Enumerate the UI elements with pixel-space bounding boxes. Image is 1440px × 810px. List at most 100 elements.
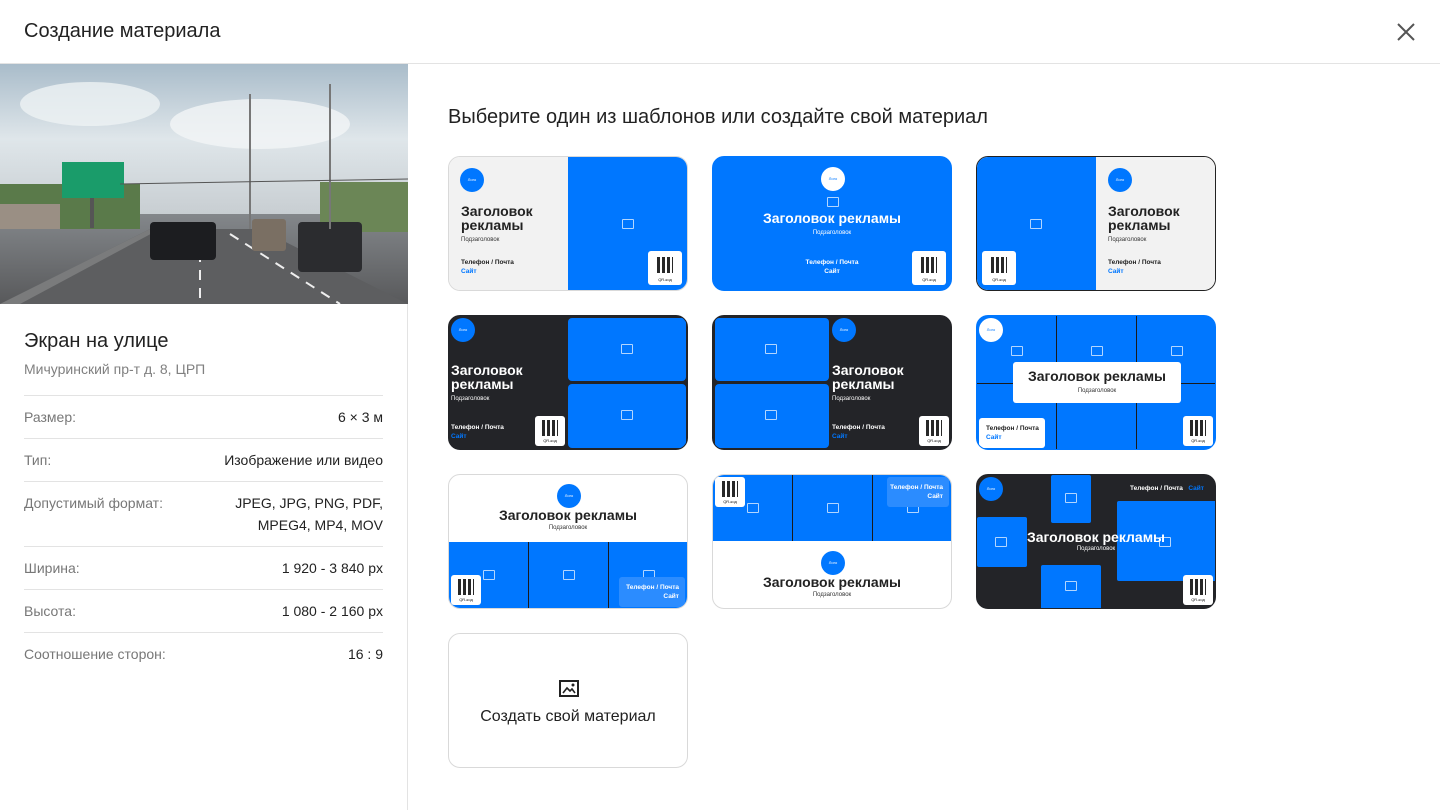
- image-icon: [1065, 581, 1077, 591]
- contact-block: Телефон / Почта Сайт: [890, 483, 943, 501]
- contact-text: Телефон / Почта: [451, 424, 504, 431]
- contact-box: Телефон / Почта Сайт: [887, 477, 949, 507]
- qr-label: QR-код: [543, 438, 557, 443]
- spec-key: Соотношение сторон:: [24, 646, 166, 662]
- qr-code: QR-код: [648, 251, 682, 285]
- image-icon: [747, 503, 759, 513]
- qr-label: QR-код: [723, 499, 737, 504]
- qr-code: QR-код: [919, 416, 949, 446]
- logo-badge: Лого: [460, 168, 484, 192]
- logo-badge: Лого: [832, 318, 856, 342]
- spec-value: Изображение или видео: [224, 452, 383, 468]
- template-card-7[interactable]: Лого Заголовок рекламы Подзаголовок QR-к…: [448, 474, 688, 609]
- image-icon: [1171, 346, 1183, 356]
- site-text: Сайт: [451, 433, 467, 440]
- qr-code: QR-код: [1183, 416, 1213, 446]
- ad-subtitle: Подзаголовок: [1108, 237, 1147, 243]
- spec-value: 1 080 - 2 160 px: [281, 603, 383, 619]
- ad-subtitle: Подзаголовок: [1076, 546, 1116, 552]
- ad-title: Заголовок рекламы: [762, 574, 902, 590]
- image-icon: [621, 410, 633, 420]
- template-card-4[interactable]: Лого Заголовок рекламы Подзаголовок Теле…: [448, 315, 688, 450]
- spec-row: Ширина: 1 920 - 3 840 px: [24, 546, 383, 589]
- spec-row: Тип: Изображение или видео: [24, 438, 383, 481]
- contact-block: Телефон / Почта Сайт: [626, 583, 679, 601]
- contact-text: Телефон / Почта: [1130, 485, 1183, 492]
- contact-block: Телефон / Почта Сайт: [1130, 484, 1204, 493]
- site-text: Сайт: [1108, 268, 1124, 275]
- contact-box: Телефон / Почта Сайт: [979, 418, 1045, 448]
- site-text: Сайт: [824, 268, 840, 275]
- logo-badge: Лого: [979, 477, 1003, 501]
- create-own-material-button[interactable]: Создать свой материал: [448, 633, 688, 768]
- logo-badge: Лого: [821, 551, 845, 575]
- site-text: Сайт: [1188, 485, 1204, 492]
- ad-subtitle: Подзаголовок: [832, 396, 871, 402]
- ad-subtitle: Подзаголовок: [812, 592, 852, 598]
- modal-title: Создание материала: [24, 20, 221, 42]
- ad-title: Заголовок рекламы: [762, 210, 902, 226]
- spec-key: Тип:: [24, 452, 52, 468]
- templates-panel: Выберите один из шаблонов или создайте с…: [408, 64, 1440, 810]
- spec-row: Размер: 6 × 3 м: [24, 395, 383, 438]
- image-icon: [827, 197, 839, 207]
- site-text: Сайт: [832, 433, 848, 440]
- template-card-9[interactable]: Лого Телефон / Почта Сайт Заголовок рекл…: [976, 474, 1216, 609]
- ad-title: Заголовок рекламы: [832, 362, 904, 392]
- ad-subtitle: Подзаголовок: [1077, 388, 1117, 394]
- qr-code: QR-код: [715, 477, 745, 507]
- template-card-1[interactable]: Лого Заголовок рекламы Подзаголовок Теле…: [448, 156, 688, 291]
- template-card-5[interactable]: Лого Заголовок рекламы Подзаголовок Теле…: [712, 315, 952, 450]
- contact-text: Телефон / Почта: [986, 425, 1039, 432]
- contact-block: Телефон / Почта Сайт: [986, 424, 1039, 442]
- contact-text: Телефон / Почта: [1108, 259, 1161, 266]
- image-icon: [559, 680, 579, 697]
- image-icon: [827, 503, 839, 513]
- spec-key: Размер:: [24, 409, 77, 425]
- contact-box: Телефон / Почта Сайт: [619, 577, 685, 607]
- ad-title: Заголовок рекламы: [1108, 203, 1180, 233]
- ad-subtitle: Подзаголовок: [548, 525, 588, 531]
- location-panel: Экран на улице Мичуринский пр-т д. 8, ЦР…: [0, 64, 408, 810]
- contact-block: Телефон / Почта Сайт: [461, 258, 514, 276]
- close-icon[interactable]: [1394, 20, 1418, 44]
- logo-badge: Лого: [821, 167, 845, 191]
- contact-text: Телефон / Почта: [890, 484, 943, 491]
- template-card-3[interactable]: QR-код Лого Заголовок рекламы Подзаголов…: [976, 156, 1216, 291]
- spec-key: Высота:: [24, 603, 76, 619]
- qr-code: QR-код: [451, 575, 481, 605]
- ad-title: Заголовок рекламы: [1027, 368, 1167, 384]
- contact-block: Телефон / Почта Сайт: [451, 423, 504, 441]
- location-address: Мичуринский пр-т д. 8, ЦРП: [24, 361, 206, 377]
- spec-row: Соотношение сторон: 16 : 9: [24, 632, 383, 675]
- qr-label: QR-код: [1191, 438, 1205, 443]
- create-own-material-label: Создать свой материал: [480, 708, 656, 725]
- image-icon: [483, 570, 495, 580]
- qr-label: QR-код: [658, 277, 672, 282]
- contact-block: Телефон / Почта Сайт: [1108, 258, 1161, 276]
- logo-badge: Лого: [1108, 168, 1132, 192]
- qr-label: QR-код: [927, 438, 941, 443]
- site-text: Сайт: [461, 268, 477, 275]
- image-icon: [1091, 346, 1103, 356]
- qr-label: QR-код: [922, 277, 936, 282]
- image-icon: [765, 344, 777, 354]
- ad-title: Заголовок рекламы: [461, 203, 533, 233]
- image-icon: [1030, 219, 1042, 229]
- image-icon: [1065, 493, 1077, 503]
- template-card-6[interactable]: Лого Заголовок рекламы Подзаголовок Теле…: [976, 315, 1216, 450]
- image-icon: [563, 570, 575, 580]
- site-text: Сайт: [986, 434, 1002, 441]
- image-icon: [621, 344, 633, 354]
- spec-value: 1 920 - 3 840 px: [281, 560, 383, 576]
- spec-row: Высота: 1 080 - 2 160 px: [24, 589, 383, 632]
- template-card-2[interactable]: Лого Заголовок рекламы Подзаголовок Теле…: [712, 156, 952, 291]
- contact-block: Телефон / Почта Сайт: [832, 423, 885, 441]
- logo-badge: Лого: [979, 318, 1003, 342]
- template-card-8[interactable]: QR-код Телефон / Почта Сайт Лого Заголово…: [712, 474, 952, 609]
- site-text: Сайт: [663, 593, 679, 600]
- location-photo: [0, 64, 408, 304]
- qr-code: QR-код: [982, 251, 1016, 285]
- qr-code: QR-код: [1183, 575, 1213, 605]
- contact-text: Телефон / Почта: [626, 584, 679, 591]
